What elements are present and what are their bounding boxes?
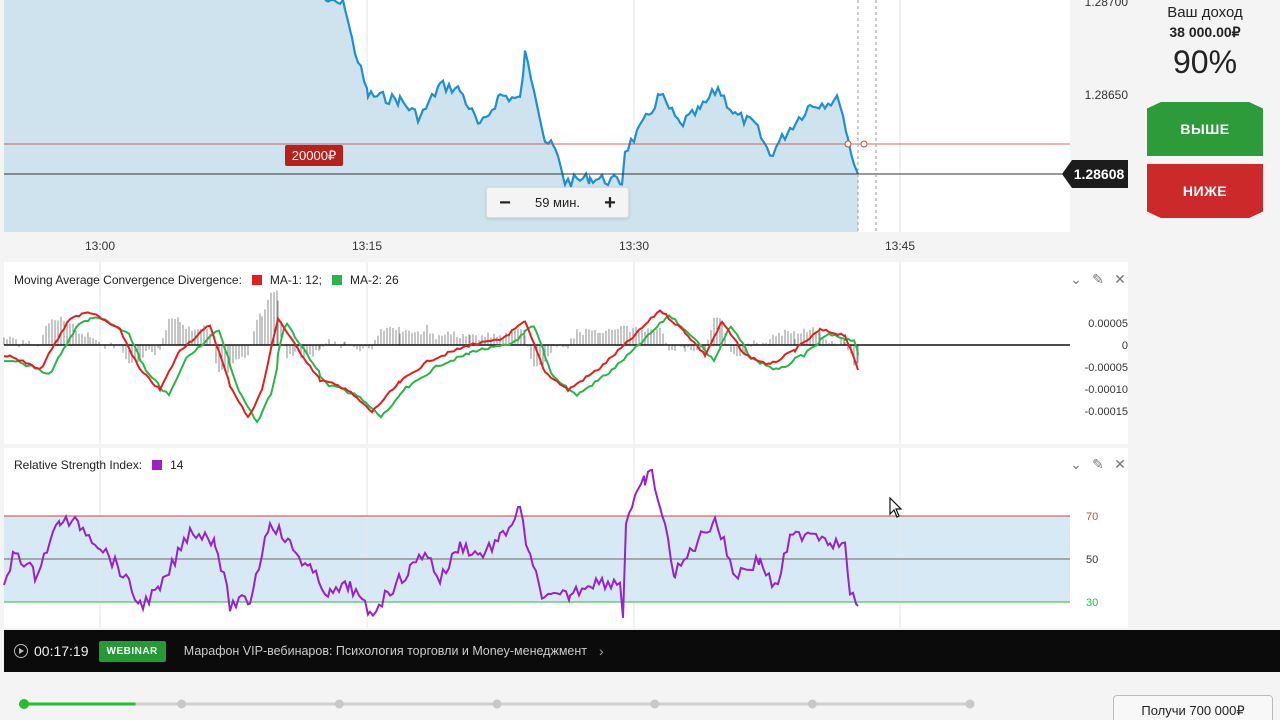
rsi-tick: 50 <box>1086 554 1098 566</box>
macd-tick: -0.00005 <box>1085 362 1128 374</box>
progress-step <box>19 699 29 709</box>
macd-panel-bg <box>4 262 1128 444</box>
increase-duration-button[interactable]: + <box>600 193 620 213</box>
ma1-label: MA-1: 12; <box>269 273 322 287</box>
entry-marker <box>844 140 852 148</box>
webinar-badge: WEBINAR <box>98 640 166 662</box>
macd-tools: ⌄ ✎ ✕ <box>1070 271 1126 288</box>
close-icon[interactable]: ✕ <box>1114 271 1126 288</box>
current-price-tag: 1.28608 <box>1062 160 1128 188</box>
decrease-duration-button[interactable]: − <box>495 193 515 213</box>
lower-button[interactable]: НИЖЕ <box>1147 164 1263 218</box>
get-bonus-button[interactable]: Получи 700 000₽ <box>1113 695 1273 720</box>
duration-stepper: − 59 мин. + <box>486 187 629 218</box>
rsi-title: Relative Strength Index: <box>14 458 143 472</box>
progress-step <box>965 699 975 709</box>
time-tick: 13:45 <box>885 239 915 253</box>
chart-area: 1.28700 1.28650 13:00 13:15 13:30 13:45 … <box>3 0 1134 628</box>
progress-step <box>177 699 187 709</box>
bet-amount-tag[interactable]: 20000₽ <box>285 145 343 166</box>
duration-value[interactable]: 59 мин. <box>535 195 580 210</box>
macd-tick: 0 <box>1122 340 1128 352</box>
progress-track <box>19 699 975 709</box>
progress-step <box>807 699 817 709</box>
time-tick: 13:30 <box>619 239 649 253</box>
time-tick: 13:00 <box>85 239 115 253</box>
macd-title-row: Moving Average Convergence Divergence: M… <box>14 273 399 287</box>
trade-panel: Ваш доход 38 000.00₽ 90% ВЫШЕ НИЖЕ <box>1140 0 1280 230</box>
trading-screen: 1.28700 1.28650 13:00 13:15 13:30 13:45 … <box>0 0 1280 720</box>
higher-button[interactable]: ВЫШЕ <box>1147 102 1263 156</box>
pencil-icon[interactable]: ✎ <box>1092 456 1104 473</box>
price-tick: 1.28650 <box>1085 88 1129 102</box>
progress-step <box>334 699 344 709</box>
macd-tick: 0.00005 <box>1088 318 1128 330</box>
rsi-tick: 30 <box>1086 597 1098 609</box>
webinar-timer: 00:17:19 <box>34 643 89 659</box>
macd-tick: -0.00010 <box>1085 384 1128 396</box>
rsi-period: 14 <box>170 458 184 472</box>
payout-amount: 38 000.00₽ <box>1169 24 1241 40</box>
rsi-swatch <box>152 460 163 470</box>
payout-label: Ваш доход <box>1167 4 1243 21</box>
pencil-icon[interactable]: ✎ <box>1092 271 1104 288</box>
rsi-title-row: Relative Strength Index: 14 <box>14 458 183 472</box>
play-icon[interactable] <box>14 644 28 658</box>
close-icon[interactable]: ✕ <box>1114 456 1126 473</box>
ma2-label: MA-2: 26 <box>349 273 399 287</box>
macd-title: Moving Average Convergence Divergence: <box>14 273 242 287</box>
ma1-swatch <box>251 275 262 285</box>
chevron-right-icon[interactable]: › <box>599 643 604 659</box>
mouse-cursor-icon <box>889 497 903 518</box>
time-tick: 13:15 <box>352 239 382 253</box>
ma2-swatch <box>331 275 342 285</box>
collapse-icon[interactable]: ⌄ <box>1070 456 1082 473</box>
progress-step <box>650 699 660 709</box>
progress-step <box>492 699 502 709</box>
collapse-icon[interactable]: ⌄ <box>1070 271 1082 288</box>
exit-marker <box>860 140 868 148</box>
webinar-title-link[interactable]: Марафон VIP-вебинаров: Психология торгов… <box>184 644 587 658</box>
payout-percent: 90% <box>1172 44 1238 80</box>
rsi-tick: 70 <box>1086 511 1098 523</box>
price-tick: 1.28700 <box>1085 0 1129 9</box>
macd-tick: -0.00015 <box>1085 406 1128 418</box>
webinar-bar: 00:17:19 WEBINAR Марафон VIP-вебинаров: … <box>4 630 1280 672</box>
rsi-tools: ⌄ ✎ ✕ <box>1070 456 1126 473</box>
